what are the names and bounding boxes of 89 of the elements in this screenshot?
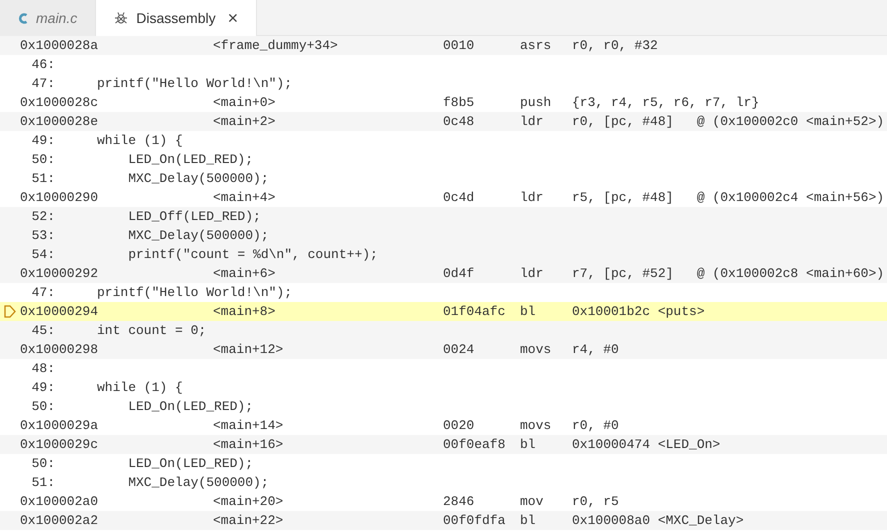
instruction-mnemonic: ldr — [520, 112, 544, 131]
source-code-line: MXC_Delay(500000); — [127, 170, 269, 188]
source-code-line: printf("Hello World!\n"); — [97, 74, 292, 93]
instruction-address: 0x10000294 — [20, 302, 100, 321]
source-code-line: printf("count = %d\n", count++); — [127, 246, 378, 264]
line-number: 50: — [30, 150, 55, 169]
instruction-mnemonic: movs — [520, 416, 552, 435]
instruction-operands: 0x10001b2c <puts> — [572, 302, 705, 321]
source-code-line: LED_On(LED_RED); — [127, 398, 254, 416]
instruction-operands: r7, [pc, #52] @ (0x100002c8 <main+60>) — [572, 264, 884, 283]
instruction-mnemonic: bl — [520, 512, 537, 530]
line-number: 51: — [30, 170, 55, 188]
source-code-line: while (1) { — [97, 132, 183, 150]
instruction-mnemonic: bl — [520, 302, 537, 321]
source-code-line: MXC_Delay(500000); — [127, 226, 269, 245]
symbol-label: <main+12> — [213, 340, 284, 359]
instruction-address: 0x10000292 — [20, 264, 100, 283]
opcode: 01f04afc — [443, 302, 506, 321]
opcode: 0c48 — [443, 112, 476, 131]
instruction-operands: r0, r5 — [572, 492, 619, 511]
line-number: 45: — [30, 322, 55, 340]
line-number: 54: — [30, 246, 55, 264]
instruction-mnemonic: push — [520, 94, 552, 112]
c-language-icon — [18, 12, 28, 24]
source-code-line: MXC_Delay(500000); — [127, 474, 269, 492]
symbol-label: <main+14> — [213, 416, 284, 435]
editor-tab[interactable]: Disassembly × — [96, 0, 258, 36]
instruction-address: 0x1000028a — [20, 36, 100, 55]
symbol-label: <main+0> — [213, 94, 276, 112]
instruction-mnemonic: mov — [520, 492, 544, 511]
opcode: 0020 — [443, 416, 476, 435]
opcode: 2846 — [443, 492, 476, 511]
opcode: 0024 — [443, 340, 476, 359]
source-code-line: LED_Off(LED_RED); — [127, 208, 261, 226]
symbol-label: <frame_dummy+34> — [213, 36, 339, 55]
opcode: 00f0fdfa — [443, 512, 506, 530]
instruction-mnemonic: bl — [520, 436, 537, 454]
symbol-label: <main+6> — [213, 264, 276, 283]
line-number: 47: — [30, 74, 55, 93]
instruction-address: 0x100002a0 — [20, 492, 100, 511]
line-number: 50: — [30, 454, 55, 473]
line-number: 47: — [30, 284, 55, 302]
symbol-label: <main+4> — [213, 188, 276, 207]
opcode: 00f0eaf8 — [443, 436, 506, 454]
instruction-mnemonic: ldr — [520, 188, 544, 207]
opcode: f8b5 — [443, 94, 476, 112]
line-number: 49: — [30, 132, 55, 150]
editor-tab[interactable]: main.c — [0, 0, 96, 36]
current-line-arrow-icon — [4, 305, 16, 318]
source-code-line: while (1) { — [97, 378, 183, 397]
line-number: 52: — [30, 208, 55, 226]
instruction-operands: {r3, r4, r5, r6, r7, lr} — [572, 94, 760, 112]
line-number: 48: — [30, 360, 55, 378]
source-code-line: int count = 0; — [97, 322, 206, 340]
instruction-operands: r5, [pc, #48] @ (0x100002c4 <main+56>) — [572, 188, 884, 207]
instruction-operands: r0, #0 — [572, 416, 619, 435]
instruction-address: 0x100002a2 — [20, 512, 100, 530]
instruction-address: 0x1000029c — [20, 436, 100, 454]
instruction-mnemonic: asrs — [520, 36, 552, 55]
line-number: 53: — [30, 226, 55, 245]
instruction-address: 0x10000298 — [20, 340, 100, 359]
symbol-label: <main+22> — [213, 512, 284, 530]
symbol-label: <main+2> — [213, 112, 276, 131]
line-number: 49: — [30, 378, 55, 397]
source-code-line: LED_On(LED_RED); — [127, 150, 254, 169]
instruction-operands: 0x10000474 <LED_On> — [572, 436, 720, 454]
instruction-operands: r4, #0 — [572, 340, 619, 359]
instruction-operands: r0, r0, #32 — [572, 36, 658, 55]
source-code-line: printf("Hello World!\n"); — [97, 284, 292, 302]
symbol-label: <main+8> — [213, 302, 276, 321]
symbol-label: <main+16> — [213, 436, 284, 454]
source-code-line: LED_On(LED_RED); — [127, 454, 254, 473]
bug-icon — [114, 11, 128, 25]
opcode: 0c4d — [443, 188, 476, 207]
close-icon[interactable]: × — [228, 9, 238, 27]
instruction-address: 0x1000029a — [20, 416, 100, 435]
instruction-mnemonic: movs — [520, 340, 552, 359]
instruction-operands: r0, [pc, #48] @ (0x100002c0 <main+52>) — [572, 112, 884, 131]
instruction-address: 0x1000028e — [20, 112, 100, 131]
instruction-address: 0x1000028c — [20, 94, 100, 112]
instruction-mnemonic: ldr — [520, 264, 544, 283]
symbol-label: <main+20> — [213, 492, 284, 511]
line-number: 46: — [30, 56, 55, 74]
opcode: 0010 — [443, 36, 476, 55]
instruction-operands: 0x100008a0 <MXC_Delay> — [572, 512, 744, 530]
opcode: 0d4f — [443, 264, 476, 283]
line-number: 51: — [30, 474, 55, 492]
instruction-address: 0x10000290 — [20, 188, 100, 207]
line-number: 50: — [30, 398, 55, 416]
